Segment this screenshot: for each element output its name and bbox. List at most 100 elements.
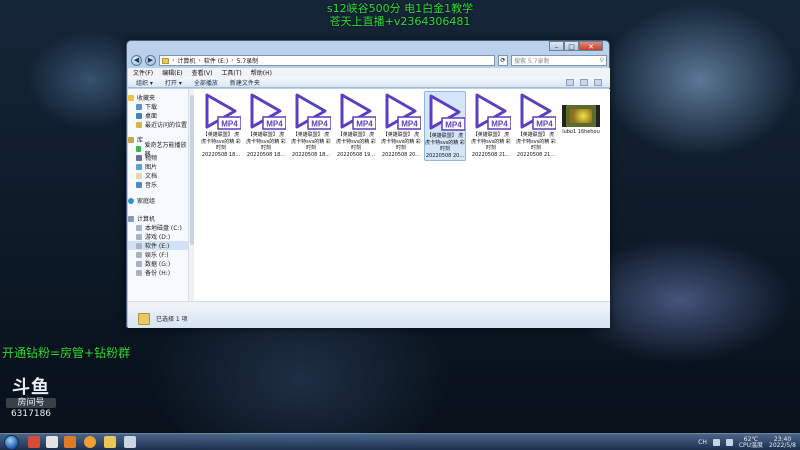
nav-item-music[interactable]: 音乐 — [128, 180, 188, 189]
svg-text:MP4: MP4 — [356, 120, 373, 129]
overlay-line-1: s12峡谷500分 电1白金1教学 — [326, 2, 474, 15]
title-bar[interactable]: – □ ✕ — [127, 41, 609, 53]
app-icon-1[interactable] — [28, 436, 40, 448]
app-icon-5[interactable] — [104, 436, 116, 448]
drive-icon — [136, 242, 142, 249]
play-all-button[interactable]: 全部播放 — [194, 78, 218, 87]
nav-label: 娱乐 (F:) — [145, 252, 169, 259]
maximize-button[interactable]: □ — [564, 41, 579, 51]
menu-help[interactable]: 帮助(H) — [251, 68, 272, 77]
app-icon-2[interactable] — [46, 436, 58, 448]
nav-item-drive-e[interactable]: 软件 (E:) — [128, 241, 188, 250]
volume-icon[interactable] — [725, 439, 733, 446]
file-name: 【英雄联盟】 虎 虎卡特svs的精 彩时刻 — [425, 133, 465, 152]
search-placeholder: 搜索 5.7录制 — [514, 58, 550, 65]
breadcrumb-separator: › — [172, 57, 175, 64]
nav-item-drive-g[interactable]: 数据 (G:) — [128, 259, 188, 268]
horizontal-scrollbar[interactable] — [128, 301, 610, 309]
svg-text:MP4: MP4 — [221, 120, 238, 129]
language-indicator[interactable]: CH — [698, 439, 707, 446]
breadcrumb-computer[interactable]: 计算机 — [177, 56, 195, 65]
nav-item-drive-f[interactable]: 娱乐 (F:) — [128, 250, 188, 259]
douyu-watermark: 斗鱼 房间号 6317186 — [6, 378, 56, 420]
menu-file[interactable]: 文件(F) — [133, 68, 153, 77]
nav-computer[interactable]: 计算机 — [128, 214, 188, 223]
clock-date: 2022/5/8 — [769, 441, 796, 449]
nav-item-drive-d[interactable]: 游戏 (D:) — [128, 232, 188, 241]
file-item[interactable]: MP4 【英雄联盟】 虎 虎卡特svs的精 彩时刻 20220508 20... — [380, 91, 422, 161]
svg-text:MP4: MP4 — [311, 120, 328, 129]
app-icon-4[interactable] — [84, 436, 96, 448]
refresh-icon[interactable]: ⟳ — [498, 55, 508, 66]
breadcrumb-folder[interactable]: 5.7录制 — [237, 56, 259, 65]
nav-label: 桌面 — [145, 113, 158, 120]
file-name: 【英雄联盟】 虎 虎卡特svs的精 彩时刻 — [246, 132, 286, 151]
document-icon — [136, 172, 142, 179]
file-item[interactable]: MP4 【英雄联盟】 虎 虎卡特svs的精 彩时刻 20220508 21... — [470, 91, 512, 161]
drive-icon — [136, 224, 142, 231]
stream-overlay-title: s12峡谷500分 电1白金1教学 苍天上直播+v2364306481 — [0, 2, 800, 28]
breadcrumb-separator: › — [231, 57, 234, 64]
open-button[interactable]: 打开 ▾ — [165, 78, 182, 87]
music-icon — [136, 181, 142, 188]
close-button[interactable]: ✕ — [579, 41, 603, 51]
organize-button[interactable]: 组织 ▾ — [136, 78, 153, 87]
file-item[interactable]: MP4 【英雄联盟】 虎 虎卡特svs的精 彩时刻 20220508 21... — [515, 91, 557, 161]
nav-item-desktop[interactable]: 桌面 — [128, 111, 188, 120]
new-folder-button[interactable]: 新建文件夹 — [230, 78, 260, 87]
mp4-play-icon: MP4 — [475, 93, 511, 130]
file-item[interactable]: MP4 【英雄联盟】 虎 虎卡特svs的精 彩时刻 20220508 19... — [335, 91, 377, 161]
file-item-video[interactable]: lubo1 16hehou — [560, 91, 602, 161]
overlay-line-2: 苍天上直播+v2364306481 — [329, 15, 471, 28]
file-item[interactable]: MP4 【英雄联盟】 虎 虎卡特svs的精 彩时刻 20220508 18... — [245, 91, 287, 161]
menu-view[interactable]: 查看(V) — [192, 68, 213, 77]
nav-item-pictures[interactable]: 图片 — [128, 162, 188, 171]
nav-favorites[interactable]: 收藏夹 — [128, 93, 188, 102]
breadcrumb-drive[interactable]: 软件 (E:) — [204, 56, 228, 65]
nav-item-drive-h[interactable]: 备份 (H:) — [128, 268, 188, 277]
homegroup-icon — [128, 197, 134, 204]
nav-item-videos[interactable]: 视频 — [128, 153, 188, 162]
preview-pane-icon[interactable] — [580, 78, 588, 86]
minimize-button[interactable]: – — [549, 41, 564, 51]
view-options-icon[interactable] — [566, 78, 574, 86]
file-date: 20220508 21... — [471, 151, 511, 158]
nav-item-drive-c[interactable]: 本地磁盘 (C:) — [128, 223, 188, 232]
svg-text:MP4: MP4 — [266, 120, 283, 129]
help-icon[interactable] — [594, 78, 602, 86]
mp4-play-icon: MP4 — [295, 93, 331, 130]
file-date: 20220508 20... — [381, 151, 421, 158]
forward-arrow-icon[interactable]: ▶ — [145, 55, 156, 66]
player-icon — [136, 145, 142, 152]
library-icon — [128, 136, 134, 143]
nav-label: 数据 (G:) — [145, 261, 171, 268]
address-bar[interactable]: › 计算机 › 软件 (E:) › 5.7录制 — [159, 55, 495, 66]
file-date: 20220508 18... — [291, 151, 331, 158]
selection-status: 已选择 1 项 — [156, 316, 188, 323]
nav-item-recent[interactable]: 最近访问的位置 — [128, 120, 188, 129]
file-name: 【英雄联盟】 虎 虎卡特svs的精 彩时刻 — [516, 132, 556, 151]
nav-item-iqiyi[interactable]: 爱奇艺万能播放器 — [128, 142, 188, 158]
app-icon-6[interactable] — [124, 436, 136, 448]
file-item-selected[interactable]: MP4 【英雄联盟】 虎 虎卡特svs的精 彩时刻 20220508 20... — [424, 91, 466, 161]
nav-label: 游戏 (D:) — [145, 234, 171, 241]
clock[interactable]: 23:40 2022/5/8 — [769, 436, 796, 449]
nav-item-documents[interactable]: 文档 — [128, 171, 188, 180]
back-arrow-icon[interactable]: ◀ — [131, 55, 142, 66]
file-name: lubo1 16hehou — [562, 129, 600, 135]
file-list: MP4 【英雄联盟】 虎 虎卡特svs的精 彩时刻 20220508 18... … — [198, 89, 608, 301]
menu-tools[interactable]: 工具(T) — [221, 68, 241, 77]
nav-homegroup[interactable]: 家庭组 — [128, 196, 188, 205]
file-item[interactable]: MP4 【英雄联盟】 虎 虎卡特svs的精 彩时刻 20220508 18... — [290, 91, 332, 161]
start-button[interactable] — [4, 435, 19, 450]
file-name: 【英雄联盟】 虎 虎卡特svs的精 彩时刻 — [291, 132, 331, 151]
mp4-play-icon: MP4 — [250, 93, 286, 130]
file-item[interactable]: MP4 【英雄联盟】 虎 虎卡特svs的精 彩时刻 20220508 18... — [200, 91, 242, 161]
search-input[interactable]: 搜索 5.7录制 ⚲ — [511, 55, 607, 66]
network-icon[interactable] — [712, 439, 720, 446]
app-icon-3[interactable] — [64, 436, 76, 448]
menu-edit[interactable]: 编辑(E) — [162, 68, 182, 77]
nav-scrollbar[interactable] — [188, 89, 194, 301]
scroll-thumb[interactable] — [190, 95, 194, 245]
nav-item-downloads[interactable]: 下载 — [128, 102, 188, 111]
